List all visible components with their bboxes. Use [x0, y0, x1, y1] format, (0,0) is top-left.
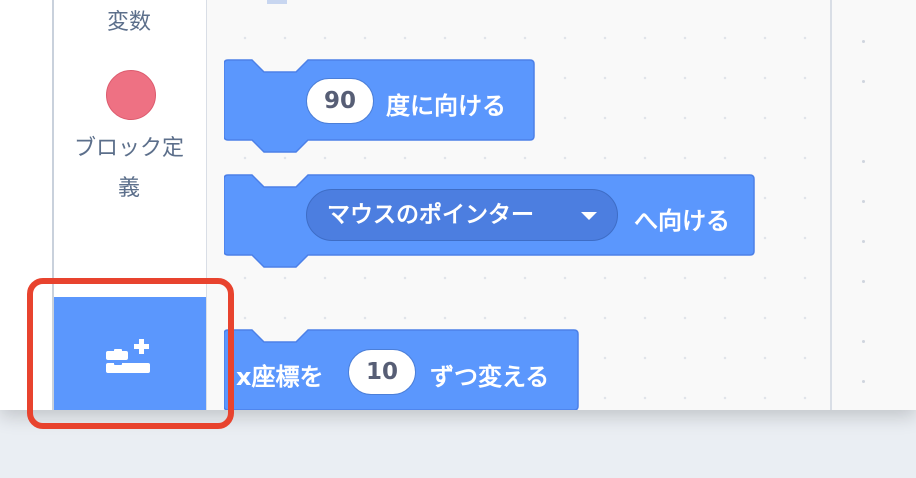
category-my-blocks-label-line1[interactable]: ブロック定	[54, 130, 204, 162]
partial-block-edge	[267, 0, 287, 4]
block-palette: 90 度に向ける マウスのポインター へ向ける x座標を 10 ずつ変える	[207, 0, 831, 410]
grid-dot	[862, 80, 865, 83]
dropdown-arrow-icon	[581, 212, 597, 220]
grid-dot	[862, 160, 865, 163]
change-x-value-input[interactable]: 10	[348, 349, 416, 395]
screen: 変数 ブロック定 義 90 度に向ける マウスのポインター へ向ける x座標を …	[0, 0, 916, 478]
add-extension-button[interactable]	[54, 297, 206, 410]
grid-dot	[862, 40, 865, 43]
towards-target-dropdown[interactable]: マウスのポインター	[306, 189, 618, 241]
script-area[interactable]	[832, 0, 916, 410]
grid-dot	[862, 200, 865, 203]
direction-value-input[interactable]: 90	[306, 78, 374, 124]
add-extension-icon	[106, 339, 150, 373]
grid-dot	[862, 340, 865, 343]
point-towards-label: へ向ける	[634, 207, 730, 235]
category-my-blocks-dot[interactable]	[106, 70, 156, 120]
editor-window: 変数 ブロック定 義 90 度に向ける マウスのポインター へ向ける x座標を …	[0, 0, 916, 410]
change-x-suffix-label: ずつ変える	[430, 363, 550, 391]
point-in-direction-label: 度に向ける	[386, 92, 506, 120]
grid-dot	[862, 380, 865, 383]
towards-target-value: マウスのポインター	[327, 202, 534, 228]
category-my-blocks-label-line2[interactable]: 義	[54, 170, 204, 202]
category-variables-label[interactable]: 変数	[54, 4, 204, 36]
grid-dot	[862, 280, 865, 283]
change-x-prefix-label: x座標を	[236, 363, 324, 391]
grid-dot	[862, 240, 865, 243]
